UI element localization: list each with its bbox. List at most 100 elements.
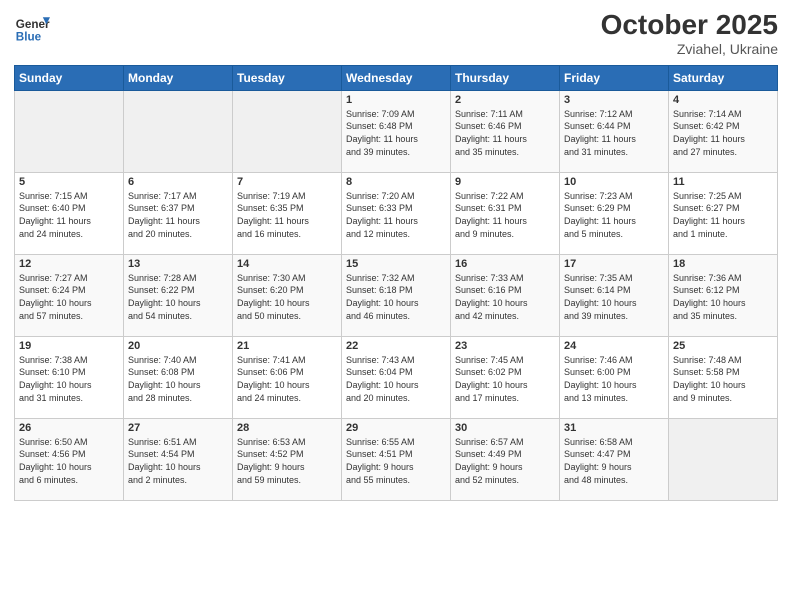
calendar-cell-1-4: 9 Sunrise: 7:22 AM Sunset: 6:31 PM Daylig… (451, 172, 560, 254)
logo-icon: General Blue (14, 10, 50, 46)
day-number: 4 (673, 94, 773, 106)
calendar-table: Sunday Monday Tuesday Wednesday Thursday… (14, 65, 778, 501)
day-info: Sunrise: 7:15 AM Sunset: 6:40 PM Dayligh… (19, 190, 119, 240)
day-info: Sunrise: 7:40 AM Sunset: 6:08 PM Dayligh… (128, 354, 228, 404)
calendar-cell-0-3: 1 Sunrise: 7:09 AM Sunset: 6:48 PM Daylig… (342, 90, 451, 172)
day-number: 9 (455, 176, 555, 188)
day-number: 6 (128, 176, 228, 188)
calendar-cell-3-6: 25Sunrise: 7:48 AM Sunset: 5:58 PM Dayli… (669, 336, 778, 418)
calendar-cell-0-4: 2 Sunrise: 7:11 AM Sunset: 6:46 PM Daylig… (451, 90, 560, 172)
day-info: Sunrise: 7:14 AM Sunset: 6:42 PM Dayligh… (673, 108, 773, 158)
day-info: Sunrise: 7:43 AM Sunset: 6:04 PM Dayligh… (346, 354, 446, 404)
day-number: 7 (237, 176, 337, 188)
calendar-cell-4-0: 26Sunrise: 6:50 AM Sunset: 4:56 PM Dayli… (15, 418, 124, 500)
day-number: 27 (128, 422, 228, 434)
calendar-header-row: Sunday Monday Tuesday Wednesday Thursday… (15, 65, 778, 90)
calendar-cell-4-1: 27 Sunrise: 6:51 AM Sunset: 4:54 PM Dayli… (124, 418, 233, 500)
col-sunday: Sunday (15, 65, 124, 90)
calendar-cell-2-5: 17 Sunrise: 7:35 AM Sunset: 6:14 PM Dayli… (560, 254, 669, 336)
day-number: 1 (346, 94, 446, 106)
day-info: Sunrise: 7:36 AM Sunset: 6:12 PM Dayligh… (673, 272, 773, 322)
calendar-cell-3-4: 23Sunrise: 7:45 AM Sunset: 6:02 PM Dayli… (451, 336, 560, 418)
day-info: Sunrise: 6:57 AM Sunset: 4:49 PM Dayligh… (455, 436, 555, 486)
day-number: 20 (128, 340, 228, 352)
col-friday: Friday (560, 65, 669, 90)
day-info: Sunrise: 6:51 AM Sunset: 4:54 PM Dayligh… (128, 436, 228, 486)
day-info: Sunrise: 7:38 AM Sunset: 6:10 PM Dayligh… (19, 354, 119, 404)
day-info: Sunrise: 7:35 AM Sunset: 6:14 PM Dayligh… (564, 272, 664, 322)
day-number: 17 (564, 258, 664, 270)
day-info: Sunrise: 7:32 AM Sunset: 6:18 PM Dayligh… (346, 272, 446, 322)
day-number: 24 (564, 340, 664, 352)
day-number: 8 (346, 176, 446, 188)
day-info: Sunrise: 7:22 AM Sunset: 6:31 PM Dayligh… (455, 190, 555, 240)
calendar-cell-2-4: 16Sunrise: 7:33 AM Sunset: 6:16 PM Dayli… (451, 254, 560, 336)
day-number: 19 (19, 340, 119, 352)
week-row-1: 1 Sunrise: 7:09 AM Sunset: 6:48 PM Daylig… (15, 90, 778, 172)
calendar-cell-0-1 (124, 90, 233, 172)
day-info: Sunrise: 7:30 AM Sunset: 6:20 PM Dayligh… (237, 272, 337, 322)
day-number: 29 (346, 422, 446, 434)
calendar-cell-1-0: 5 Sunrise: 7:15 AM Sunset: 6:40 PM Daylig… (15, 172, 124, 254)
calendar-cell-4-2: 28 Sunrise: 6:53 AM Sunset: 4:52 PM Dayli… (233, 418, 342, 500)
day-info: Sunrise: 6:55 AM Sunset: 4:51 PM Dayligh… (346, 436, 446, 486)
day-info: Sunrise: 7:48 AM Sunset: 5:58 PM Dayligh… (673, 354, 773, 404)
calendar-cell-2-6: 18Sunrise: 7:36 AM Sunset: 6:12 PM Dayli… (669, 254, 778, 336)
calendar-cell-3-5: 24Sunrise: 7:46 AM Sunset: 6:00 PM Dayli… (560, 336, 669, 418)
calendar-cell-0-5: 3Sunrise: 7:12 AM Sunset: 6:44 PM Daylig… (560, 90, 669, 172)
calendar-cell-3-3: 22 Sunrise: 7:43 AM Sunset: 6:04 PM Dayli… (342, 336, 451, 418)
day-info: Sunrise: 6:58 AM Sunset: 4:47 PM Dayligh… (564, 436, 664, 486)
day-info: Sunrise: 6:53 AM Sunset: 4:52 PM Dayligh… (237, 436, 337, 486)
day-number: 13 (128, 258, 228, 270)
logo: General Blue (14, 10, 50, 46)
week-row-3: 12Sunrise: 7:27 AM Sunset: 6:24 PM Dayli… (15, 254, 778, 336)
calendar-cell-0-0 (15, 90, 124, 172)
svg-text:Blue: Blue (16, 31, 42, 44)
col-monday: Monday (124, 65, 233, 90)
day-number: 22 (346, 340, 446, 352)
calendar-cell-0-6: 4 Sunrise: 7:14 AM Sunset: 6:42 PM Daylig… (669, 90, 778, 172)
page-header: General Blue October 2025 Zviahel, Ukrai… (14, 10, 778, 57)
day-info: Sunrise: 7:28 AM Sunset: 6:22 PM Dayligh… (128, 272, 228, 322)
col-saturday: Saturday (669, 65, 778, 90)
day-info: Sunrise: 7:20 AM Sunset: 6:33 PM Dayligh… (346, 190, 446, 240)
col-tuesday: Tuesday (233, 65, 342, 90)
week-row-5: 26Sunrise: 6:50 AM Sunset: 4:56 PM Dayli… (15, 418, 778, 500)
day-number: 23 (455, 340, 555, 352)
day-number: 14 (237, 258, 337, 270)
day-info: Sunrise: 7:12 AM Sunset: 6:44 PM Dayligh… (564, 108, 664, 158)
calendar-cell-2-2: 14 Sunrise: 7:30 AM Sunset: 6:20 PM Dayli… (233, 254, 342, 336)
day-info: Sunrise: 7:23 AM Sunset: 6:29 PM Dayligh… (564, 190, 664, 240)
week-row-2: 5 Sunrise: 7:15 AM Sunset: 6:40 PM Daylig… (15, 172, 778, 254)
calendar-cell-4-6 (669, 418, 778, 500)
week-row-4: 19 Sunrise: 7:38 AM Sunset: 6:10 PM Dayli… (15, 336, 778, 418)
day-info: Sunrise: 7:09 AM Sunset: 6:48 PM Dayligh… (346, 108, 446, 158)
day-info: Sunrise: 7:17 AM Sunset: 6:37 PM Dayligh… (128, 190, 228, 240)
day-number: 21 (237, 340, 337, 352)
day-number: 12 (19, 258, 119, 270)
calendar-cell-1-3: 8 Sunrise: 7:20 AM Sunset: 6:33 PM Daylig… (342, 172, 451, 254)
calendar-cell-0-2 (233, 90, 342, 172)
day-info: Sunrise: 7:25 AM Sunset: 6:27 PM Dayligh… (673, 190, 773, 240)
day-number: 5 (19, 176, 119, 188)
calendar-cell-3-0: 19 Sunrise: 7:38 AM Sunset: 6:10 PM Dayli… (15, 336, 124, 418)
calendar-cell-1-2: 7 Sunrise: 7:19 AM Sunset: 6:35 PM Daylig… (233, 172, 342, 254)
calendar-cell-2-1: 13 Sunrise: 7:28 AM Sunset: 6:22 PM Dayli… (124, 254, 233, 336)
month-title: October 2025 (601, 10, 778, 41)
day-info: Sunrise: 7:11 AM Sunset: 6:46 PM Dayligh… (455, 108, 555, 158)
calendar-cell-4-5: 31Sunrise: 6:58 AM Sunset: 4:47 PM Dayli… (560, 418, 669, 500)
calendar-cell-4-4: 30Sunrise: 6:57 AM Sunset: 4:49 PM Dayli… (451, 418, 560, 500)
calendar-cell-3-2: 21Sunrise: 7:41 AM Sunset: 6:06 PM Dayli… (233, 336, 342, 418)
day-number: 28 (237, 422, 337, 434)
day-number: 15 (346, 258, 446, 270)
calendar-cell-1-6: 11 Sunrise: 7:25 AM Sunset: 6:27 PM Dayli… (669, 172, 778, 254)
calendar-cell-4-3: 29 Sunrise: 6:55 AM Sunset: 4:51 PM Dayli… (342, 418, 451, 500)
day-info: Sunrise: 6:50 AM Sunset: 4:56 PM Dayligh… (19, 436, 119, 486)
location-subtitle: Zviahel, Ukraine (601, 41, 778, 57)
calendar-cell-2-0: 12Sunrise: 7:27 AM Sunset: 6:24 PM Dayli… (15, 254, 124, 336)
day-number: 11 (673, 176, 773, 188)
day-number: 2 (455, 94, 555, 106)
day-number: 16 (455, 258, 555, 270)
calendar-cell-2-3: 15 Sunrise: 7:32 AM Sunset: 6:18 PM Dayli… (342, 254, 451, 336)
day-info: Sunrise: 7:19 AM Sunset: 6:35 PM Dayligh… (237, 190, 337, 240)
